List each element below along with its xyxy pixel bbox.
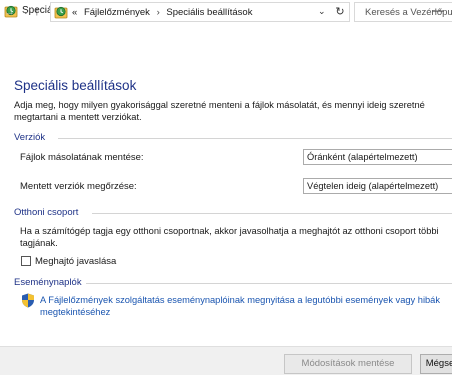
divider (92, 213, 452, 214)
divider (86, 283, 452, 284)
divider (58, 138, 452, 139)
save-copies-select[interactable]: Óránként (alapértelmezett) (303, 149, 452, 165)
page-title: Speciális beállítások (14, 78, 137, 93)
back-arrow-icon[interactable]: → (4, 6, 15, 18)
search-input[interactable]: Keresés a Vezérlőpultban (354, 2, 452, 22)
homegroup-description: Ha a számítógép tagja egy otthoni csopor… (20, 226, 439, 248)
address-dropdown-icon[interactable]: ⌄ (318, 6, 326, 17)
suggest-drive-checkbox[interactable] (21, 256, 31, 266)
intro-text: Adja meg, hogy milyen gyakorisággal szer… (14, 100, 425, 122)
keep-versions-label: Mentett verziók megőrzése: (20, 181, 137, 192)
save-copies-label: Fájlok másolatának mentése: (20, 152, 144, 163)
breadcrumb-separator[interactable]: › (157, 7, 160, 18)
keep-versions-select[interactable]: Végtelen ideig (alapértelmezett) (303, 178, 452, 194)
suggest-drive-label[interactable]: Meghajtó javaslása (35, 256, 116, 267)
breadcrumb-overflow[interactable]: « (72, 7, 77, 18)
cancel-button[interactable]: Mégse (420, 354, 452, 374)
up-arrow-icon[interactable]: ↑ (34, 4, 40, 18)
open-event-logs-link[interactable]: A Fájlelőzmények szolgáltatás eseménynap… (40, 294, 452, 318)
recent-locations-chevron-icon[interactable]: ⌄ (22, 6, 30, 17)
eventlog-heading: Eseménynaplók (14, 277, 86, 288)
breadcrumb-item-advanced-settings[interactable]: Speciális beállítások (166, 7, 252, 18)
save-changes-button[interactable]: Módosítások mentése (284, 354, 412, 374)
versions-heading: Verziók (14, 132, 50, 143)
breadcrumb: « Fájlelőzmények › Speciális beállítások (72, 7, 252, 18)
breadcrumb-item-file-history[interactable]: Fájlelőzmények (84, 7, 150, 18)
refresh-icon[interactable]: ↻ (332, 5, 348, 19)
file-history-icon (54, 6, 68, 19)
shield-icon (22, 293, 34, 308)
homegroup-heading: Otthoni csoport (14, 207, 83, 218)
